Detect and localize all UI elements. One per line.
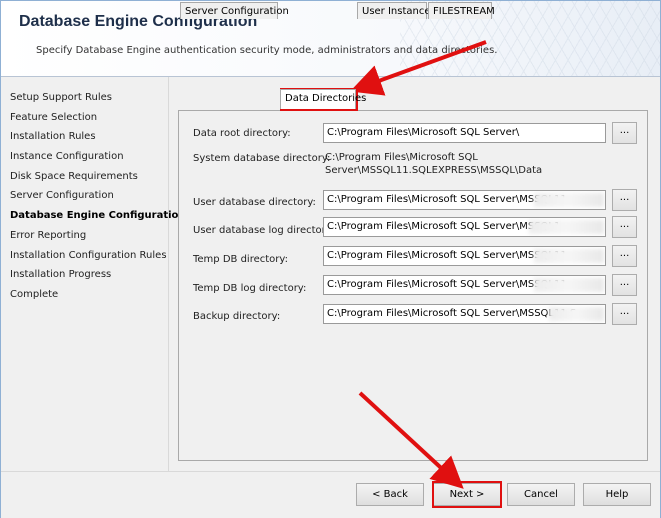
system-db-value-line1: C:\Program Files\Microsoft SQL [325, 152, 478, 163]
data-root-input[interactable]: C:\Program Files\Microsoft SQL Server\ [323, 123, 606, 143]
temp-db-input[interactable]: C:\Program Files\Microsoft SQL Server\MS… [323, 246, 606, 266]
redacted-region [529, 220, 604, 234]
tab-user-instances[interactable]: User Instances [357, 2, 436, 19]
temp-db-log-label: Temp DB log directory: [193, 283, 307, 294]
redacted-region [549, 307, 604, 321]
temp-db-label: Temp DB directory: [193, 254, 288, 265]
data-root-label: Data root directory: [193, 128, 291, 139]
redacted-region [534, 278, 604, 292]
page-header: Database Engine Configuration Specify Da… [1, 1, 660, 77]
tab-server-configuration[interactable]: Server Configuration [180, 2, 289, 19]
redacted-region [534, 249, 604, 263]
next-button[interactable]: Next > [433, 483, 501, 506]
backup-browse-button[interactable]: ... [612, 303, 637, 325]
backup-label: Backup directory: [193, 311, 281, 322]
step-installation-configuration-rules[interactable]: Installation Configuration Rules [10, 246, 175, 266]
system-db-label: System database directory: [193, 153, 331, 164]
temp-db-log-value: C:\Program Files\Microsoft SQL Server\MS… [327, 279, 567, 290]
sidebar-divider [168, 77, 169, 471]
step-complete[interactable]: Complete [10, 285, 175, 305]
temp-db-log-input[interactable]: C:\Program Files\Microsoft SQL Server\MS… [323, 275, 606, 295]
wizard-steps: Setup Support Rules Feature Selection In… [10, 88, 186, 305]
user-db-label: User database directory: [193, 197, 316, 208]
step-server-configuration[interactable]: Server Configuration [10, 186, 175, 206]
temp-db-log-browse-button[interactable]: ... [612, 274, 637, 296]
backup-input[interactable]: C:\Program Files\Microsoft SQL Server\MS… [323, 304, 606, 324]
page-subtitle: Specify Database Engine authentication s… [36, 45, 498, 56]
system-db-value-line2: Server\MSSQL11.SQLEXPRESS\MSSQL\Data [325, 165, 543, 176]
user-db-log-label: User database log directory: [193, 225, 335, 236]
user-db-value: C:\Program Files\Microsoft SQL Server\MS… [327, 194, 567, 205]
step-installation-progress[interactable]: Installation Progress [10, 265, 175, 285]
user-db-log-browse-button[interactable]: ... [612, 216, 637, 238]
tab-data-directories[interactable]: Data Directories [280, 89, 366, 109]
step-error-reporting[interactable]: Error Reporting [10, 226, 175, 246]
step-instance-configuration[interactable]: Instance Configuration [10, 147, 175, 167]
user-db-input[interactable]: C:\Program Files\Microsoft SQL Server\MS… [323, 190, 606, 210]
step-disk-space-requirements[interactable]: Disk Space Requirements [10, 167, 175, 187]
data-root-browse-button[interactable]: ... [612, 122, 637, 144]
step-setup-support-rules[interactable]: Setup Support Rules [10, 88, 175, 108]
help-button[interactable]: Help [583, 483, 651, 506]
temp-db-value: C:\Program Files\Microsoft SQL Server\MS… [327, 250, 567, 261]
redacted-region [534, 193, 604, 207]
step-feature-selection[interactable]: Feature Selection [10, 108, 175, 128]
user-db-log-input[interactable]: C:\Program Files\Microsoft SQL Server\MS… [323, 217, 606, 237]
step-database-engine-configuration[interactable]: Database Engine Configuration [10, 206, 186, 226]
step-installation-rules[interactable]: Installation Rules [10, 127, 175, 147]
temp-db-browse-button[interactable]: ... [612, 245, 637, 267]
tab-filestream[interactable]: FILESTREAM [428, 2, 495, 19]
backup-value: C:\Program Files\Microsoft SQL Server\MS… [327, 308, 577, 319]
back-button[interactable]: < Back [356, 483, 424, 506]
cancel-button[interactable]: Cancel [507, 483, 575, 506]
user-db-browse-button[interactable]: ... [612, 189, 637, 211]
user-db-log-value: C:\Program Files\Microsoft SQL Server\MS… [327, 221, 561, 232]
